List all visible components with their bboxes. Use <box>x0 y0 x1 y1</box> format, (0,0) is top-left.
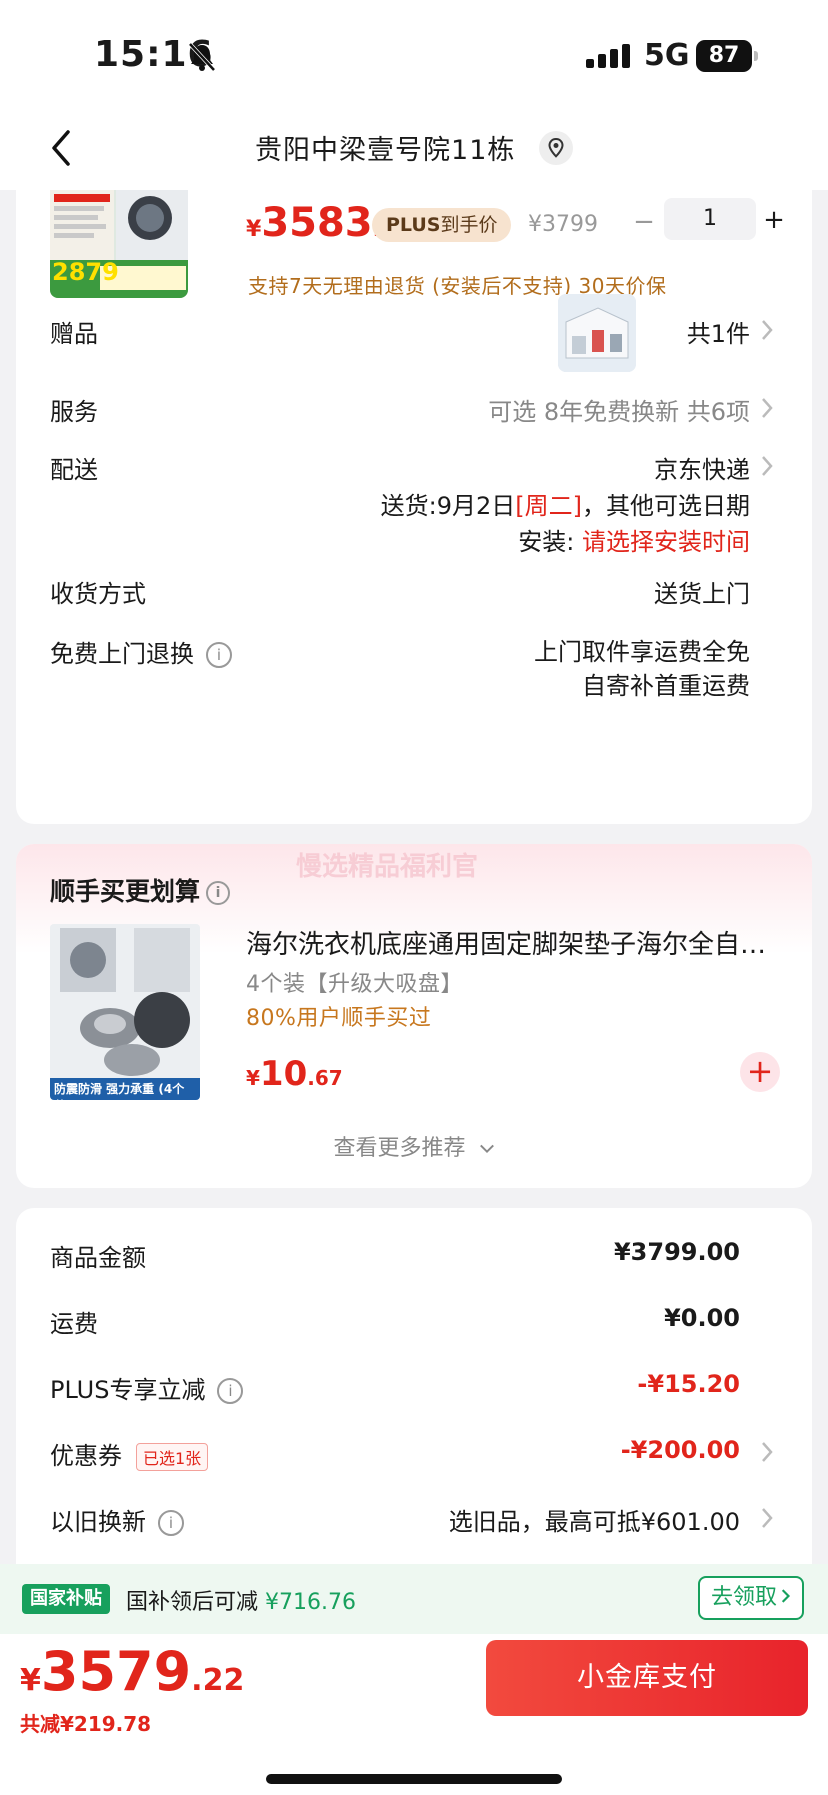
gift-label: 赠品 <box>50 320 98 348</box>
address-title[interactable]: 贵阳中梁壹号院11栋 <box>0 128 828 167</box>
goods-amount-value: ¥3799.00 <box>613 1238 740 1266</box>
claim-subsidy-button[interactable]: 去领取 <box>698 1576 804 1620</box>
add-to-order-button[interactable]: + <box>740 1052 780 1092</box>
plus-discount-label: PLUS专享立减 i <box>50 1370 244 1405</box>
goods-amount-label: 商品金额 <box>50 1244 146 1272</box>
recommend-price-currency: ¥ <box>246 1066 260 1090</box>
recommend-product-image[interactable]: 防震防滑 强力承重 (4个装) <box>50 924 200 1100</box>
recommend-image-caption: 防震防滑 强力承重 (4个装) <box>54 1082 185 1100</box>
plus-badge-brand: PLUS <box>386 214 441 236</box>
chevron-right-icon <box>781 1589 791 1603</box>
recommend-watermark: 慢选精品福利官 <box>296 852 479 882</box>
battery-level: 87 <box>708 43 740 68</box>
nav-bar: 贵阳中梁壹号院11栋 <box>0 110 828 190</box>
receive-method-value: 送货上门 <box>654 580 750 608</box>
quantity-decrease-button[interactable]: − <box>630 204 658 240</box>
gift-count[interactable]: 共1件 <box>687 314 750 349</box>
chevron-right-icon[interactable] <box>760 1506 774 1530</box>
product-image[interactable]: 2879 <box>50 190 188 298</box>
free-return-label: 免费上门退换 i <box>50 634 232 669</box>
plus-badge-text: 到手价 <box>440 214 498 236</box>
chevron-down-icon <box>479 1144 494 1154</box>
total-price: ¥3579.22 <box>20 1640 244 1703</box>
quantity-increase-button[interactable]: + <box>760 202 788 238</box>
info-icon[interactable]: i <box>206 881 231 905</box>
cellular-signal-icon <box>586 44 630 68</box>
coupon-value[interactable]: -¥200.00 <box>621 1436 740 1464</box>
delivery-date-prefix: 送货:9月2日 <box>380 492 516 520</box>
total-dec: .22 <box>191 1663 245 1698</box>
recommend-product-name[interactable]: 海尔洗衣机底座通用固定脚架垫子海尔全自动滚筒防震垫 <box>246 924 786 961</box>
recommend-bought-rate: 80%用户顺手买过 <box>246 1006 432 1031</box>
free-return-line2: 自寄补首重运费 <box>582 672 750 700</box>
recommend-product-price: ¥10.67 <box>246 1054 343 1094</box>
recommend-product-spec[interactable]: 4个装【升级大吸盘】 <box>246 966 463 998</box>
service-value[interactable]: 可选 8年免费换新 共6项 <box>488 392 750 427</box>
plus-price-badge: PLUS到手价 <box>372 208 512 242</box>
recommend-price-dec: .67 <box>307 1066 343 1090</box>
trade-in-label[interactable]: 以旧换新 i <box>50 1502 184 1537</box>
chevron-right-icon[interactable] <box>760 318 774 342</box>
location-pin-icon[interactable] <box>538 130 573 165</box>
delivery-weekday: [周二] <box>515 492 582 520</box>
info-icon[interactable]: i <box>206 642 232 668</box>
network-type: 5G <box>644 38 690 73</box>
order-card: 2879 ¥3583.8 PLUS到手价 ¥3799 − 1 + 支持7天无理由… <box>16 190 812 824</box>
see-more-text: 查看更多推荐 <box>333 1136 466 1161</box>
coupon-label[interactable]: 优惠券 已选1张 <box>50 1436 209 1471</box>
claim-subsidy-label: 去领取 <box>710 1585 777 1610</box>
freight-label: 运费 <box>50 1310 98 1338</box>
trade-in-text: 以旧换新 <box>50 1508 146 1536</box>
info-icon[interactable]: i <box>217 1378 244 1404</box>
checkout-bar: ¥3579.22 共减¥219.78 小金库支付 <box>0 1634 828 1795</box>
install-select-link[interactable]: 请选择安装时间 <box>582 528 750 556</box>
subsidy-bar: 国家补贴 国补领后可减 ¥716.76 去领取 <box>0 1564 828 1634</box>
quantity-input[interactable]: 1 <box>664 198 756 240</box>
subsidy-desc: 国补领后可减 <box>126 1590 259 1615</box>
coupon-selected-badge: 已选1张 <box>136 1443 209 1471</box>
free-return-line1: 上门取件享运费全免 <box>534 638 750 666</box>
recommend-card: 慢选精品福利官 顺手买更划算i 防震防滑 强力承重 (4个装) 海尔洗衣机底座通… <box>16 844 812 1188</box>
see-more-recommend-link[interactable]: 查看更多推荐 <box>16 1130 812 1162</box>
delivery-carrier[interactable]: 京东快递 <box>654 450 750 485</box>
product-image-price-overlay: 2879 <box>52 258 119 286</box>
subsidy-badge: 国家补贴 <box>22 1584 110 1614</box>
status-bar: 15:16 5G 87 <box>0 0 828 110</box>
recommend-title-text: 顺手买更划算 <box>50 877 201 906</box>
delivery-label: 配送 <box>50 456 98 484</box>
subsidy-text: 国补领后可减 ¥716.76 <box>126 1584 356 1616</box>
total-int: 3579 <box>40 1640 192 1703</box>
subsidy-amount: ¥716.76 <box>265 1590 356 1615</box>
service-label: 服务 <box>50 398 98 426</box>
pay-button[interactable]: 小金库支付 <box>486 1640 808 1716</box>
battery-icon: 87 <box>696 40 758 72</box>
trade-in-value[interactable]: 选旧品，最高可抵¥601.00 <box>449 1502 740 1537</box>
plus-discount-text: PLUS专享立减 <box>50 1376 206 1404</box>
recommend-title: 顺手买更划算 i <box>50 872 231 908</box>
info-icon[interactable]: i <box>158 1510 184 1536</box>
bell-off-icon <box>188 42 216 72</box>
original-price: ¥3799 <box>528 212 598 237</box>
chevron-right-icon[interactable] <box>760 454 774 478</box>
total-saved: 共减¥219.78 <box>20 1712 152 1736</box>
install-time[interactable]: 安装: 请选择安装时间 <box>518 522 750 557</box>
product-price-int: 3583 <box>261 200 373 246</box>
delivery-date-suffix: ，其他可选日期 <box>582 492 750 520</box>
chevron-right-icon[interactable] <box>760 396 774 420</box>
gift-image[interactable] <box>558 294 636 372</box>
recommend-price-int: 10 <box>259 1054 308 1094</box>
coupon-text: 优惠券 <box>50 1442 122 1470</box>
total-currency: ¥ <box>20 1663 41 1698</box>
address-text: 贵阳中梁壹号院11栋 <box>255 135 516 166</box>
home-indicator[interactable] <box>266 1774 562 1784</box>
free-return-text: 免费上门退换 <box>50 640 194 668</box>
product-price-currency: ¥ <box>246 217 262 242</box>
freight-value: ¥0.00 <box>664 1304 740 1332</box>
plus-discount-value: -¥15.20 <box>637 1370 740 1398</box>
delivery-date[interactable]: 送货:9月2日[周二]，其他可选日期 <box>381 486 750 521</box>
receive-method-label: 收货方式 <box>50 580 146 608</box>
price-summary-card: 商品金额 ¥3799.00 运费 ¥0.00 PLUS专享立减 i -¥15.20… <box>16 1208 812 1588</box>
chevron-right-icon[interactable] <box>760 1440 774 1464</box>
install-prefix: 安装: <box>518 528 575 556</box>
